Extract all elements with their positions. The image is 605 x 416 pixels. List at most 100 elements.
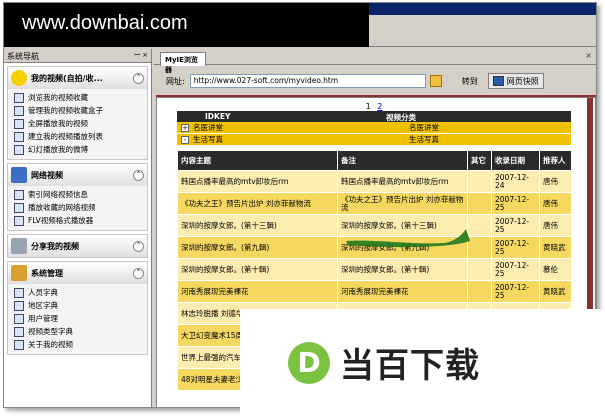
category-row[interactable]: - 生活写真 生活写真 bbox=[177, 134, 571, 146]
table-cell: 《功夫之王》预告片出炉 刘亦菲献物流 bbox=[337, 192, 468, 215]
sidebar-item[interactable]: FLV视频格式播放器 bbox=[14, 214, 147, 227]
table-cell: 黄晓武 bbox=[539, 280, 572, 303]
toolbar-area bbox=[369, 15, 596, 47]
table-cell: 韩国点播率最高的mtv卸妆后rm bbox=[337, 170, 468, 193]
column-header[interactable]: 其它 bbox=[467, 150, 492, 171]
sidebar-item[interactable]: 幻灯播放我的微博 bbox=[14, 143, 147, 156]
sidebar-controls[interactable]: ꟷ × bbox=[134, 51, 148, 60]
column-header[interactable]: 备注 bbox=[337, 150, 468, 171]
item-icon bbox=[14, 118, 24, 129]
lightbulb-icon bbox=[11, 70, 27, 86]
brand-text: 当百下载 bbox=[340, 346, 480, 386]
table-cell bbox=[467, 280, 492, 303]
sidebar-item[interactable]: 视频类型字典 bbox=[14, 325, 147, 338]
snapshot-button[interactable]: 网页快照 bbox=[487, 73, 544, 89]
item-icon bbox=[14, 339, 24, 350]
table-cell: 深圳的按摩女郎。(第十輯) bbox=[337, 258, 468, 281]
item-icon bbox=[14, 131, 24, 142]
nav-group-header[interactable]: 系统管理 ˄ bbox=[8, 262, 147, 284]
address-input[interactable]: http://www.027-soft.com/myvideo.htm bbox=[189, 74, 426, 88]
nav-group-header[interactable]: 分享我的视频 ˄ bbox=[8, 235, 147, 257]
close-icon[interactable]: × bbox=[585, 51, 592, 60]
table-cell: 唐伟 bbox=[539, 192, 572, 215]
sidebar-item-label: 人员字典 bbox=[28, 288, 58, 297]
table-cell: 韩国点播率最高的mtv卸妆后rm bbox=[177, 170, 338, 193]
nav-group-items: 人员字典地区字典用户管理视频类型字典关于我的视频 bbox=[8, 284, 147, 354]
sidebar-item-label: 用户管理 bbox=[28, 314, 58, 323]
nav-group: 网络视频 ˄ 索引网络视频信息播放收藏的网络视频 FLV视频格式播放器 bbox=[7, 163, 148, 231]
nav-group-items: 浏览我的视频收藏管理我的视频收藏盒子 全屏播放我的视频建立我的视频播放列表 幻灯播放… bbox=[8, 89, 147, 159]
table-cell: 黄晓武 bbox=[539, 236, 572, 259]
table-row[interactable]: 深圳的按摩女郎。(第十輯) 深圳的按摩女郎。(第十輯) 2007-12-25 慕伦 bbox=[177, 258, 572, 281]
table-cell: 河南秀展现完美裸花 bbox=[177, 280, 338, 303]
sidebar-item[interactable]: 管理我的视频收藏盒子 bbox=[14, 104, 147, 117]
sidebar-item-label: 视频类型字典 bbox=[28, 327, 73, 336]
category-header: IDKEY 视频分类 bbox=[177, 111, 571, 122]
sidebar-item[interactable]: 关于我的视频 bbox=[14, 338, 147, 351]
sidebar-item[interactable]: 索引网络视频信息 bbox=[14, 188, 147, 201]
table-row[interactable]: 河南秀展现完美裸花 河南秀展现完美裸花 2007-12-25 黄晓武 bbox=[177, 280, 572, 303]
sidebar-item[interactable]: 地区字典 bbox=[14, 299, 147, 312]
nav-group: 系统管理 ˄ 人员字典 地区字典 用户管理 视频类型字典 关于我的视频 bbox=[7, 261, 148, 355]
sidebar-item[interactable]: 浏览我的视频收藏 bbox=[14, 91, 147, 104]
sidebar-item[interactable]: 建立我的视频播放列表 bbox=[14, 130, 147, 143]
nav-group-header[interactable]: 我的视频(自拍/收... ˄ bbox=[8, 67, 147, 89]
expand-icon[interactable]: + bbox=[181, 123, 189, 132]
nav-group-items: 索引网络视频信息播放收藏的网络视频 FLV视频格式播放器 bbox=[8, 186, 147, 230]
category-row[interactable]: + 名医讲堂 名医讲堂 bbox=[177, 122, 571, 134]
sidebar-item[interactable]: 播放收藏的网络视频 bbox=[14, 201, 147, 214]
sidebar-item[interactable]: 人员字典 bbox=[14, 286, 147, 299]
chevron-up-icon[interactable]: ˄ bbox=[133, 169, 144, 181]
table-cell: 慕伦 bbox=[539, 258, 572, 281]
item-icon bbox=[14, 105, 24, 116]
tab-bar: MyIE浏览器 × bbox=[154, 49, 596, 74]
tab-browser[interactable]: MyIE浏览器 bbox=[160, 52, 206, 74]
category-value: 生活写真 bbox=[409, 135, 439, 144]
table-cell: 2007-12-25 bbox=[491, 258, 540, 281]
go-icon[interactable] bbox=[429, 75, 442, 87]
table-cell: 2007-12-25 bbox=[491, 214, 540, 237]
title-bar-strip bbox=[369, 3, 596, 15]
nav-group-title: 我的视频(自拍/收... bbox=[31, 73, 103, 83]
table-cell: 2007-12-25 bbox=[491, 192, 540, 215]
chevron-up-icon[interactable]: ˄ bbox=[133, 72, 144, 84]
column-header[interactable]: 内容主题 bbox=[177, 150, 338, 171]
sidebar-item-label: 播放收藏的网络视频 bbox=[28, 203, 96, 212]
table-row[interactable]: 《功夫之王》预告片出炉 刘亦菲献物流 《功夫之王》预告片出炉 刘亦菲献物流 2007… bbox=[177, 192, 572, 215]
collapse-icon[interactable]: - bbox=[181, 135, 189, 144]
table-cell: 河南秀展现完美裸花 bbox=[337, 280, 468, 303]
item-icon bbox=[14, 287, 24, 298]
brand-logo: D bbox=[288, 341, 330, 384]
table-row[interactable]: 韩国点播率最高的mtv卸妆后rm 韩国点播率最高的mtv卸妆后rm 2007-12-… bbox=[177, 170, 572, 193]
sidebar-item[interactable]: 用户管理 bbox=[14, 312, 147, 325]
sidebar-item-label: 管理我的视频收藏盒子 bbox=[28, 106, 103, 115]
table-cell bbox=[467, 192, 492, 215]
category-header-id: IDKEY bbox=[205, 112, 231, 121]
column-header[interactable]: 收录日期 bbox=[491, 150, 540, 171]
home-icon bbox=[11, 265, 27, 281]
server-icon bbox=[11, 238, 27, 254]
page-number-1[interactable]: 1 bbox=[366, 102, 371, 111]
table-cell: 唐伟 bbox=[539, 214, 572, 237]
table-cell bbox=[467, 170, 492, 193]
category-value: 名医讲堂 bbox=[409, 123, 439, 132]
sidebar-item[interactable]: 全屏播放我的视频 bbox=[14, 117, 147, 130]
column-header[interactable]: 推荐人 bbox=[539, 150, 572, 171]
nav-group: 我的视频(自拍/收... ˄ 浏览我的视频收藏管理我的视频收藏盒子 全屏播放我的视频建… bbox=[7, 66, 148, 160]
chevron-up-icon[interactable]: ˄ bbox=[133, 240, 144, 252]
address-bar: 网址: http://www.027-soft.com/myvideo.htm … bbox=[154, 69, 596, 93]
table-cell: 《功夫之王》预告片出炉 刘亦菲献物流 bbox=[177, 192, 338, 215]
chevron-up-icon[interactable]: ˄ bbox=[133, 267, 144, 279]
snapshot-label: 网页快照 bbox=[506, 76, 539, 86]
sidebar-item-label: FLV视频格式播放器 bbox=[28, 216, 94, 225]
page-link-2[interactable]: 2 bbox=[377, 102, 382, 111]
table-cell bbox=[467, 258, 492, 281]
nav-group-title: 网络视频 bbox=[31, 170, 63, 180]
item-icon bbox=[14, 326, 24, 337]
table-cell: 深圳的按摩女郎。(第十三輯) bbox=[177, 214, 338, 237]
sidebar-nav: 系统导航 ꟷ × 我的视频(自拍/收... ˄ 浏览我的视频收藏 管理我的视频收藏盒子… bbox=[4, 49, 152, 407]
go-button[interactable]: 转到 bbox=[462, 76, 478, 87]
category-name: 生活写真 bbox=[193, 135, 223, 144]
sidebar-item-label: 全屏播放我的视频 bbox=[28, 119, 88, 128]
nav-group-header[interactable]: 网络视频 ˄ bbox=[8, 164, 147, 186]
